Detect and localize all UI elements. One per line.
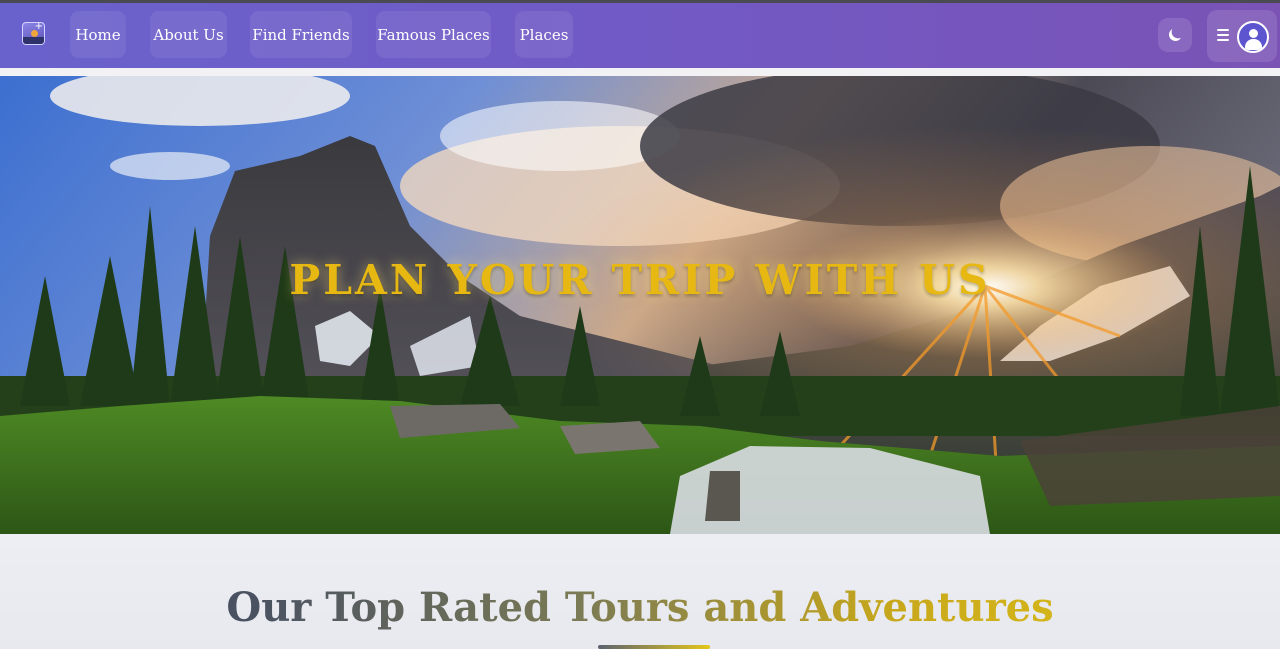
nav-places-link[interactable]: Places: [515, 11, 573, 58]
user-menu-button[interactable]: [1207, 10, 1277, 62]
navbar: + Home About Us Find Friends Famous Plac…: [0, 3, 1280, 68]
nav-about-us-link[interactable]: About Us: [150, 11, 227, 58]
section-title: Our Top Rated Tours and Adventures: [0, 584, 1280, 631]
tours-section: Our Top Rated Tours and Adventures: [0, 534, 1280, 649]
nav-divider: [0, 68, 1280, 76]
title-underline: [598, 645, 710, 649]
hero-banner: PLAN YOUR TRIP WITH US: [0, 76, 1280, 534]
hamburger-icon: [1217, 29, 1229, 41]
nav-famous-places-link[interactable]: Famous Places: [376, 11, 491, 58]
travel-logo-icon[interactable]: +: [22, 22, 45, 45]
nav-home-link[interactable]: Home: [70, 11, 126, 58]
nav-find-friends-link[interactable]: Find Friends: [250, 11, 352, 58]
user-icon: [1237, 21, 1269, 53]
hero-title: PLAN YOUR TRIP WITH US: [289, 256, 991, 304]
moon-icon: [1169, 29, 1181, 41]
hero-landscape-image: [0, 76, 1280, 534]
theme-toggle-button[interactable]: [1158, 18, 1192, 52]
